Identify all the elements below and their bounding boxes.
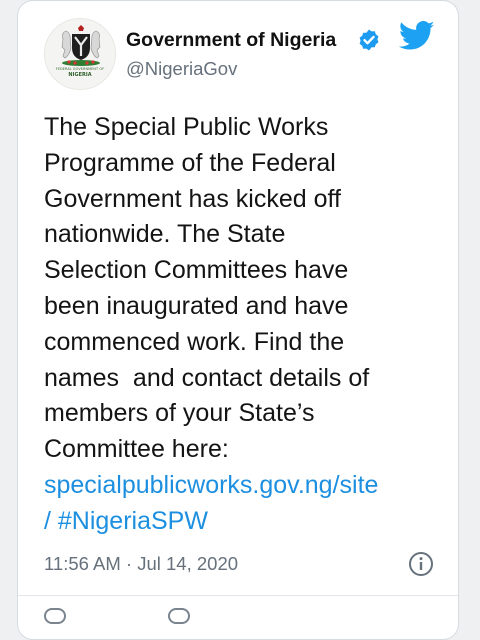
tweet-link[interactable]: specialpublicworks.gov.ng/site — [44, 468, 452, 504]
tweet-text-line: Selection Committees have — [44, 256, 349, 285]
hashtag-link[interactable]: / #NigeriaSPW — [44, 504, 452, 540]
info-icon[interactable] — [408, 551, 434, 577]
tweet-text-line: Government has kicked off — [44, 184, 341, 213]
author-handle[interactable]: @NigeriaGov — [126, 58, 237, 80]
author-display-name[interactable]: Government of Nigeria — [126, 29, 336, 52]
tweet-text-line: The Special Public Works — [44, 113, 329, 141]
tweet-text-line: been inaugurated and have — [44, 291, 349, 320]
tweet-text-line: commenced work. Find the — [44, 327, 345, 356]
tweet-timestamp[interactable]: 11:56 AM · Jul 14, 2020 — [44, 553, 238, 575]
tweet-body: The Special Public Works Programme of th… — [44, 110, 452, 540]
coat-of-arms-icon — [61, 25, 101, 66]
profile-avatar[interactable]: FEDERAL GOVERNMENT OF NIGERIA — [44, 18, 116, 90]
reply-icon[interactable] — [44, 608, 66, 624]
tweet-text-line: Programme of the Federal — [44, 148, 336, 177]
tweet-text-line: names and contact details of — [44, 363, 370, 392]
tweet-text-line: Committee here: — [44, 435, 229, 464]
seal-text-line-2: NIGERIA — [68, 72, 92, 78]
actions-divider — [18, 595, 458, 596]
twitter-bird-icon[interactable] — [399, 21, 435, 51]
seal-text-line-1: FEDERAL GOVERNMENT OF — [55, 67, 105, 71]
tweet-card[interactable]: FEDERAL GOVERNMENT OF NIGERIA Government… — [17, 0, 459, 640]
copy-link-icon[interactable] — [168, 608, 190, 624]
verified-badge-icon — [359, 29, 379, 51]
tweet-text-line: nationwide. The State — [44, 220, 286, 249]
tweet-text-line: members of your State’s — [44, 399, 315, 428]
